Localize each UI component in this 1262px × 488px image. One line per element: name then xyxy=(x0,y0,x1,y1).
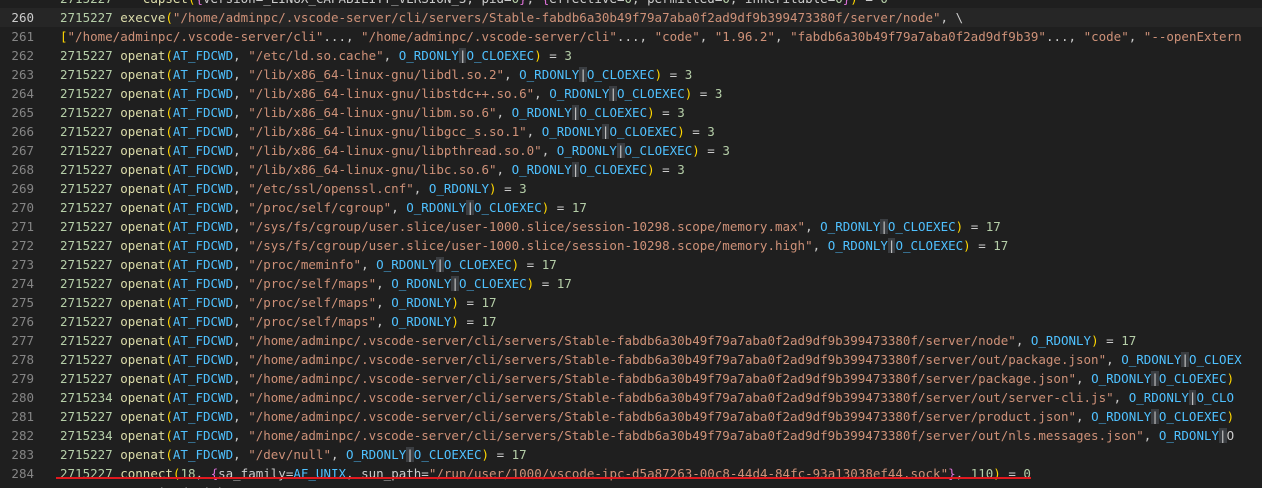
line-text: 2715227 openat(AT_FDCWD, "/proc/self/cgr… xyxy=(60,200,587,215)
line-text: 2715227 openat(AT_FDCWD, "/home/adminpc/… xyxy=(60,409,1235,424)
code-line[interactable]: 280 2715234 openat(AT_FDCWD, "/home/admin… xyxy=(0,388,1262,407)
code-line[interactable]: 268 2715227 openat(AT_FDCWD, "/lib/x86_64… xyxy=(0,160,1262,179)
line-number: 275 xyxy=(11,295,34,310)
line-number: 260 xyxy=(11,10,34,25)
code-line[interactable]: 277 2715227 openat(AT_FDCWD, "/home/admin… xyxy=(0,331,1262,350)
line-number: 281 xyxy=(11,409,34,424)
code-line[interactable]: 270 2715227 openat(AT_FDCWD, "/proc/self/… xyxy=(0,198,1262,217)
line-text: 2715227 openat(AT_FDCWD, "/proc/self/map… xyxy=(60,314,497,329)
code-line[interactable]: 273 2715227 openat(AT_FDCWD, "/proc/memin… xyxy=(0,255,1262,274)
line-number: 263 xyxy=(11,67,34,82)
line-text: 2715227 execve("/home/adminpc/.vscode-se… xyxy=(60,10,964,25)
code-line[interactable]: 274 2715227 openat(AT_FDCWD, "/proc/self/… xyxy=(0,274,1262,293)
line-text: 2715227 openat(AT_FDCWD, "/lib/x86_64-li… xyxy=(60,124,715,139)
line-text: 2715227 capset({version=_LINUX_CAPABILIT… xyxy=(60,0,888,8)
line-number: 261 xyxy=(11,29,34,44)
line-text: 2715231 exited with 0 xyxy=(60,483,241,488)
line-text: 2715234 openat(AT_FDCWD, "/home/adminpc/… xyxy=(60,428,1235,443)
line-number: 279 xyxy=(11,371,34,386)
code-line[interactable]: 269 2715227 openat(AT_FDCWD, "/etc/ssl/op… xyxy=(0,179,1262,198)
code-line[interactable]: 285 2715231 exited with 0 xyxy=(0,483,1262,488)
code-line[interactable]: 276 2715227 openat(AT_FDCWD, "/proc/self/… xyxy=(0,312,1262,331)
line-number: 264 xyxy=(11,86,34,101)
line-number: 278 xyxy=(11,352,34,367)
line-text: 2715227 openat(AT_FDCWD, "/home/adminpc/… xyxy=(60,333,1137,348)
line-text: 2715227 openat(AT_FDCWD, "/proc/self/map… xyxy=(60,276,572,291)
red-underline-annotation xyxy=(56,477,1031,479)
line-text: 2715227 openat(AT_FDCWD, "/lib/x86_64-li… xyxy=(60,67,693,82)
code-line[interactable]: 266 2715227 openat(AT_FDCWD, "/lib/x86_64… xyxy=(0,122,1262,141)
line-number: 273 xyxy=(11,257,34,272)
line-text: 2715227 openat(AT_FDCWD, "/lib/x86_64-li… xyxy=(60,105,685,120)
line-number: 266 xyxy=(11,124,34,139)
code-line[interactable]: 284 2715227 connect(18, {sa_family=AF_UNI… xyxy=(0,464,1262,483)
line-number: 272 xyxy=(11,238,34,253)
line-number: 267 xyxy=(11,143,34,158)
code-line[interactable]: 262 2715227 openat(AT_FDCWD, "/etc/ld.so.… xyxy=(0,46,1262,65)
line-text: 2715227 connect(18, {sa_family=AF_UNIX, … xyxy=(60,466,1031,481)
line-number: 283 xyxy=(11,447,34,462)
line-number: 285 xyxy=(0,483,34,488)
code-line[interactable]: 278 2715227 openat(AT_FDCWD, "/home/admin… xyxy=(0,350,1262,369)
line-number: 274 xyxy=(11,276,34,291)
code-line[interactable]: 281 2715227 openat(AT_FDCWD, "/home/admin… xyxy=(0,407,1262,426)
line-number: 277 xyxy=(11,333,34,348)
line-number: 280 xyxy=(11,390,34,405)
code-line[interactable]: 260 2715227 execve("/home/adminpc/.vscode… xyxy=(0,8,1262,27)
line-text: 2715227 openat(AT_FDCWD, "/lib/x86_64-li… xyxy=(60,86,723,101)
code-line[interactable]: 264 2715227 openat(AT_FDCWD, "/lib/x86_64… xyxy=(0,84,1262,103)
line-number: 284 xyxy=(11,466,34,481)
line-number: 265 xyxy=(11,105,34,120)
code-line[interactable]: 271 2715227 openat(AT_FDCWD, "/sys/fs/cgr… xyxy=(0,217,1262,236)
code-line[interactable]: 282 2715234 openat(AT_FDCWD, "/home/admin… xyxy=(0,426,1262,445)
code-line[interactable]: 261 ["/home/adminpc/.vscode-server/cli"..… xyxy=(0,27,1262,46)
line-number: 276 xyxy=(11,314,34,329)
line-text: 2715227 openat(AT_FDCWD, "/proc/meminfo"… xyxy=(60,257,557,272)
line-number: 268 xyxy=(11,162,34,177)
line-text: 2715227 openat(AT_FDCWD, "/home/adminpc/… xyxy=(60,371,1235,386)
code-line[interactable]: 2715227 capset({version=_LINUX_CAPABILIT… xyxy=(0,0,1262,8)
code-line[interactable]: 272 2715227 openat(AT_FDCWD, "/sys/fs/cgr… xyxy=(0,236,1262,255)
line-text: 2715234 openat(AT_FDCWD, "/home/adminpc/… xyxy=(60,390,1235,405)
line-text: 2715227 openat(AT_FDCWD, "/home/adminpc/… xyxy=(60,352,1242,367)
code-line[interactable]: 275 2715227 openat(AT_FDCWD, "/proc/self/… xyxy=(0,293,1262,312)
line-number: 271 xyxy=(11,219,34,234)
code-line[interactable]: 283 2715227 openat(AT_FDCWD, "/dev/null",… xyxy=(0,445,1262,464)
line-text: 2715227 openat(AT_FDCWD, "/proc/self/map… xyxy=(60,295,497,310)
line-text: 2715227 openat(AT_FDCWD, "/sys/fs/cgroup… xyxy=(60,238,1009,253)
line-text: ["/home/adminpc/.vscode-server/cli"..., … xyxy=(60,29,1242,44)
line-text: 2715227 openat(AT_FDCWD, "/sys/fs/cgroup… xyxy=(60,219,1001,234)
line-number: 270 xyxy=(11,200,34,215)
line-text: 2715227 openat(AT_FDCWD, "/lib/x86_64-li… xyxy=(60,143,730,158)
line-text: 2715227 openat(AT_FDCWD, "/dev/null", O_… xyxy=(60,447,527,462)
line-number: 282 xyxy=(11,428,34,443)
code-line[interactable]: 265 2715227 openat(AT_FDCWD, "/lib/x86_64… xyxy=(0,103,1262,122)
code-line[interactable]: 267 2715227 openat(AT_FDCWD, "/lib/x86_64… xyxy=(0,141,1262,160)
line-text: 2715227 openat(AT_FDCWD, "/etc/ld.so.cac… xyxy=(60,48,572,63)
line-text: 2715227 openat(AT_FDCWD, "/etc/ssl/opens… xyxy=(60,181,527,196)
code-line[interactable]: 263 2715227 openat(AT_FDCWD, "/lib/x86_64… xyxy=(0,65,1262,84)
code-line[interactable]: 279 2715227 openat(AT_FDCWD, "/home/admin… xyxy=(0,369,1262,388)
line-number: 262 xyxy=(11,48,34,63)
line-text: 2715227 openat(AT_FDCWD, "/lib/x86_64-li… xyxy=(60,162,685,177)
line-number: 269 xyxy=(11,181,34,196)
code-editor[interactable]: 2715227 capset({version=_LINUX_CAPABILIT… xyxy=(0,0,1262,488)
